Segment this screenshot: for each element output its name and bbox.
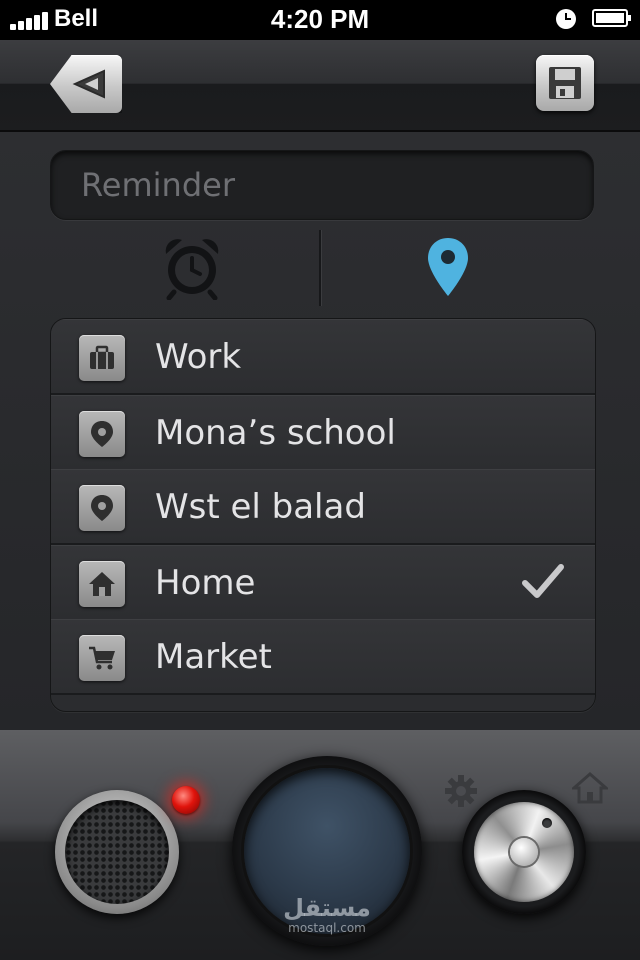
list-item[interactable]: Mona’s school <box>51 395 595 471</box>
speaker-icon <box>55 790 179 914</box>
record-led <box>172 786 200 814</box>
floppy-disk-icon <box>549 67 581 99</box>
shopping-cart-icon <box>79 635 125 681</box>
alarm-clock-icon <box>165 239 219 300</box>
list-item[interactable]: Work <box>51 319 595 395</box>
watermark: مستقل mostaql.com <box>262 894 392 934</box>
location-pin-icon <box>79 411 125 457</box>
list-item[interactable]: Market <box>51 619 595 695</box>
back-arrow-icon <box>72 69 105 99</box>
home-icon[interactable] <box>572 772 608 804</box>
checkmark-icon <box>522 564 564 598</box>
tab-alarm[interactable] <box>50 226 320 306</box>
list-item-label: Mona’s school <box>155 413 396 453</box>
location-pin-icon <box>428 238 468 296</box>
back-button[interactable] <box>50 55 122 113</box>
battery-icon <box>592 9 631 27</box>
location-pin-icon <box>79 485 125 531</box>
watermark-arabic: مستقل <box>283 894 371 922</box>
save-button[interactable] <box>536 55 594 111</box>
home-icon <box>79 561 125 607</box>
list-item[interactable]: Home <box>51 545 595 621</box>
clock-icon <box>556 9 576 29</box>
knob[interactable] <box>462 790 586 914</box>
main-content: Work Mona’s school Wst el balad Home <box>0 132 640 730</box>
watermark-latin: mostaql.com <box>288 921 366 935</box>
list-item-label: Work <box>155 337 242 377</box>
list-item-label: Home <box>155 563 256 603</box>
list-item-label: Wst el balad <box>155 487 366 527</box>
gear-icon[interactable] <box>444 774 478 808</box>
location-list: Work Mona’s school Wst el balad Home Mar… <box>50 318 596 712</box>
list-item[interactable]: Wst el balad <box>51 469 595 545</box>
status-bar: Bell 4:20 PM <box>0 0 640 40</box>
list-item-label: Market <box>155 637 272 677</box>
tab-location[interactable] <box>322 226 592 306</box>
status-time: 4:20 PM <box>270 4 370 34</box>
navigation-bar <box>0 40 640 132</box>
briefcase-icon <box>79 335 125 381</box>
reminder-input[interactable] <box>50 150 594 220</box>
